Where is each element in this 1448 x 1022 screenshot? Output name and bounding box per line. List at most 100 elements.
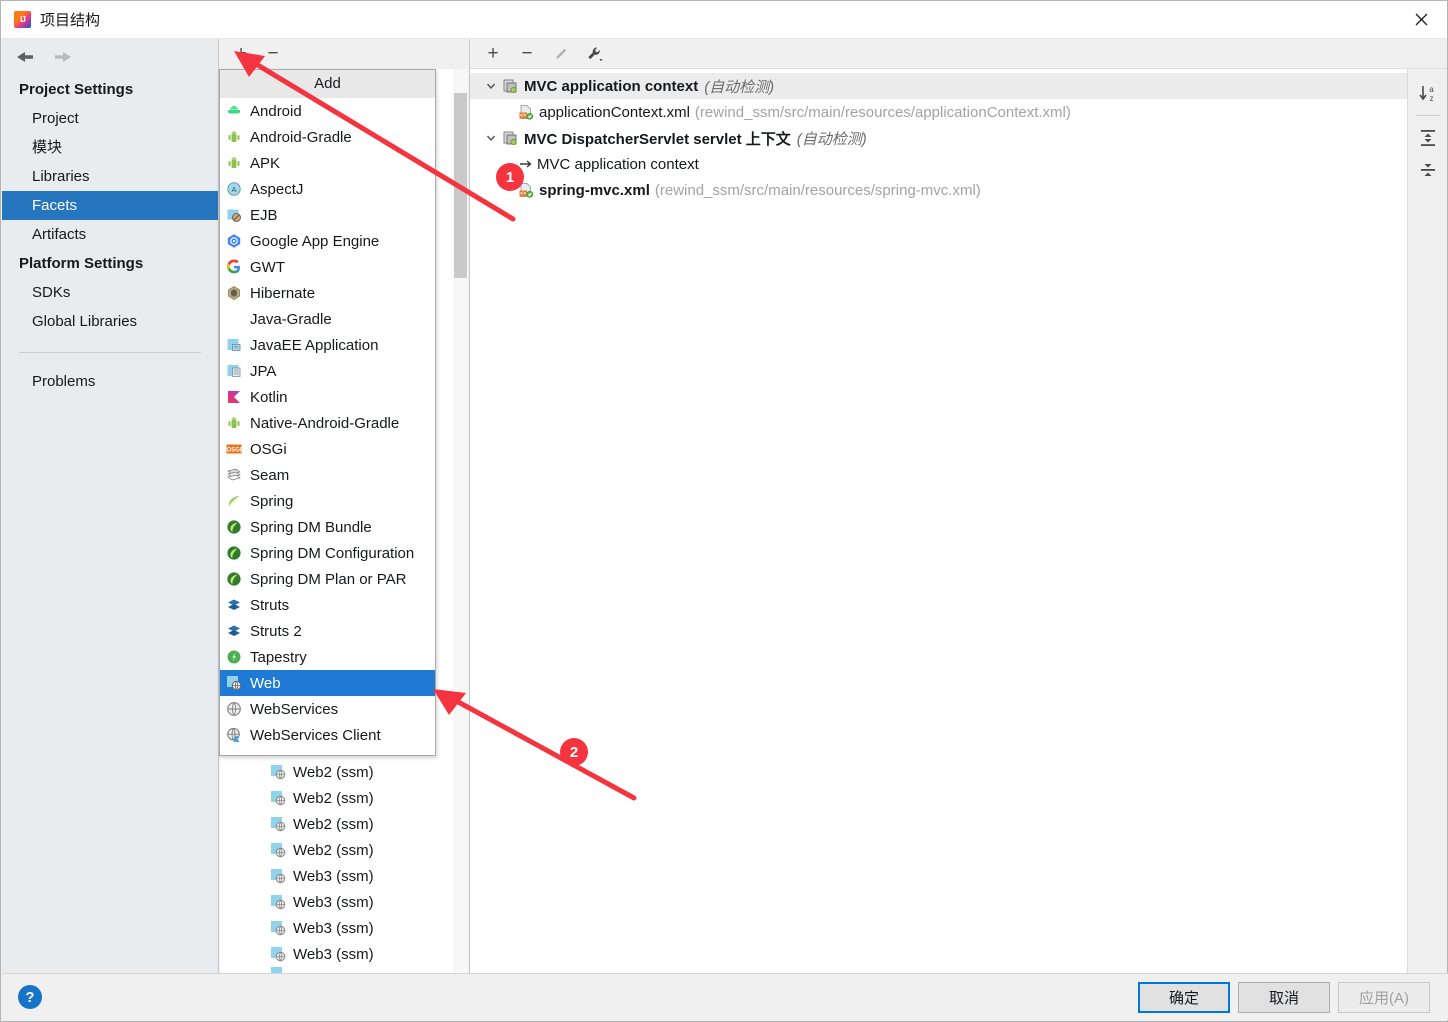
arrow-right-link-icon <box>518 156 534 172</box>
sort-alphabetically-button[interactable]: a z <box>1413 77 1443 109</box>
menu-item-javaee-application[interactable]: JavaEE Application <box>220 332 435 358</box>
ejb-icon <box>226 207 242 223</box>
list-item[interactable]: Web2 (ssm) <box>220 837 468 863</box>
sidebar-item-facets[interactable]: Facets <box>2 191 218 220</box>
add-popup-title: Add <box>220 70 435 98</box>
menu-item-google-app-engine[interactable]: Google App Engine <box>220 228 435 254</box>
menu-item-seam[interactable]: Seam <box>220 462 435 488</box>
list-item[interactable]: Web3 (ssm) <box>220 863 468 889</box>
menu-item-spring-dm-configuration[interactable]: Spring DM Configuration <box>220 540 435 566</box>
menu-item-android[interactable]: Android <box>220 98 435 124</box>
list-item[interactable]: Web2 (ssm) <box>220 759 468 785</box>
struts2-icon <box>226 623 242 639</box>
arrow-left-icon[interactable] <box>14 49 36 65</box>
web-facet-icon <box>270 842 286 858</box>
ok-button[interactable]: 确定 <box>1138 982 1230 1013</box>
remove-facet-button[interactable]: − <box>264 44 282 63</box>
list-item[interactable]: Web2 (ssm) <box>220 811 468 837</box>
native-android-gradle-icon <box>226 415 242 431</box>
web-facet-icon <box>270 816 286 832</box>
sidebar-item-problems[interactable]: Problems <box>2 367 218 396</box>
list-item-label: Web2 (ssm) <box>293 789 374 807</box>
settings-sidebar: Project Settings Project 模块 Libraries Fa… <box>2 39 219 975</box>
menu-item-label: Android <box>250 102 302 120</box>
list-item-label: Web3 (ssm) <box>293 893 374 911</box>
sidebar-item-global-libraries[interactable]: Global Libraries <box>2 307 218 336</box>
add-context-button[interactable]: + <box>484 44 502 63</box>
spring-context-icon <box>502 78 518 94</box>
xml-spring-file-icon: <> <box>518 182 534 198</box>
list-item[interactable]: Web3 (ssm) <box>220 889 468 915</box>
tree-row[interactable]: <> applicationContext.xml (rewind_ssm/sr… <box>470 99 1407 125</box>
sidebar-divider <box>19 352 201 353</box>
list-item-label: Web3 (ssm) <box>293 919 374 937</box>
facets-list-scrollbar[interactable] <box>453 69 468 975</box>
list-item[interactable]: Web3 (ssm) <box>220 915 468 941</box>
help-button[interactable]: ? <box>18 985 42 1009</box>
menu-item-ejb[interactable]: EJB <box>220 202 435 228</box>
arrow-right-icon[interactable] <box>52 49 74 65</box>
chevron-down-icon[interactable] <box>480 80 502 92</box>
menu-item-label: Kotlin <box>250 388 288 406</box>
menu-item-apk[interactable]: APK <box>220 150 435 176</box>
menu-item-spring[interactable]: Spring <box>220 488 435 514</box>
gwt-icon <box>226 259 242 275</box>
spring-icon <box>226 493 242 509</box>
tree-row[interactable]: MVC DispatcherServlet servlet 上下文 (自动检测) <box>470 125 1407 151</box>
remove-context-button[interactable]: − <box>518 44 536 63</box>
menu-item-label: APK <box>250 154 281 172</box>
menu-item-label: JPA <box>250 362 277 380</box>
menu-item-jpa[interactable]: JPA <box>220 358 435 384</box>
osgi-icon: OSGI <box>226 441 242 457</box>
menu-item-tapestry[interactable]: Tapestry <box>220 644 435 670</box>
menu-item-gwt[interactable]: GWT <box>220 254 435 280</box>
menu-item-aspectj[interactable]: A AspectJ <box>220 176 435 202</box>
tree-side-toolbar: a z <box>1407 69 1447 975</box>
spring-context-icon <box>502 130 518 146</box>
sidebar-item-libraries[interactable]: Libraries <box>2 162 218 191</box>
facet-detail-panel: + − MVC application context (自动检测) <> ap… <box>469 39 1447 975</box>
web-facet-icon <box>270 946 286 962</box>
menu-item-label: Spring DM Plan or PAR <box>250 570 407 588</box>
menu-item-java-gradle[interactable]: Java-Gradle <box>220 306 435 332</box>
menu-item-webservices[interactable]: WebServices <box>220 696 435 722</box>
menu-item-label: OSGi <box>250 440 287 458</box>
tree-row[interactable]: MVC application context <box>470 151 1407 177</box>
menu-item-label: Struts 2 <box>250 622 302 640</box>
sidebar-item-sdks[interactable]: SDKs <box>2 278 218 307</box>
close-icon[interactable] <box>1395 1 1447 38</box>
menu-item-spring-dm-plan-or-par[interactable]: Spring DM Plan or PAR <box>220 566 435 592</box>
cancel-button[interactable]: 取消 <box>1238 982 1330 1013</box>
sidebar-item-artifacts[interactable]: Artifacts <box>2 220 218 249</box>
menu-item-label: Spring <box>250 492 294 510</box>
facets-toolbar: + − <box>220 39 468 69</box>
menu-item-spring-dm-bundle[interactable]: Spring DM Bundle <box>220 514 435 540</box>
menu-item-android-gradle[interactable]: Android-Gradle <box>220 124 435 150</box>
svg-text:OSGI: OSGI <box>226 447 241 453</box>
apk-icon <box>226 155 242 171</box>
pencil-icon[interactable] <box>552 45 570 63</box>
scrollbar-thumb[interactable] <box>454 93 467 278</box>
menu-item-struts[interactable]: Struts <box>220 592 435 618</box>
webservices-icon <box>226 701 242 717</box>
menu-item-webservices-client[interactable]: WebServices Client <box>220 722 435 748</box>
expand-all-button[interactable] <box>1413 122 1443 154</box>
add-facet-button[interactable]: + <box>232 44 250 63</box>
tree-row[interactable]: <> spring-mvc.xml (rewind_ssm/src/main/r… <box>470 177 1407 203</box>
list-item[interactable]: Web3 (ssm) <box>220 941 468 967</box>
chevron-down-icon[interactable] <box>480 132 502 144</box>
menu-item-osgi[interactable]: OSGI OSGi <box>220 436 435 462</box>
menu-item-kotlin[interactable]: Kotlin <box>220 384 435 410</box>
sidebar-item-modules[interactable]: 模块 <box>2 133 218 162</box>
collapse-all-button[interactable] <box>1413 154 1443 186</box>
xml-spring-file-icon: <> <box>518 104 534 120</box>
menu-item-native-android-gradle[interactable]: Native-Android-Gradle <box>220 410 435 436</box>
tree-row-label: spring-mvc.xml <box>539 181 650 199</box>
tree-row[interactable]: MVC application context (自动检测) <box>470 73 1407 99</box>
sidebar-item-project[interactable]: Project <box>2 104 218 133</box>
menu-item-web[interactable]: Web <box>220 670 435 696</box>
menu-item-struts-2[interactable]: Struts 2 <box>220 618 435 644</box>
wrench-icon[interactable] <box>586 45 604 63</box>
menu-item-hibernate[interactable]: Hibernate <box>220 280 435 306</box>
list-item[interactable]: Web2 (ssm) <box>220 785 468 811</box>
